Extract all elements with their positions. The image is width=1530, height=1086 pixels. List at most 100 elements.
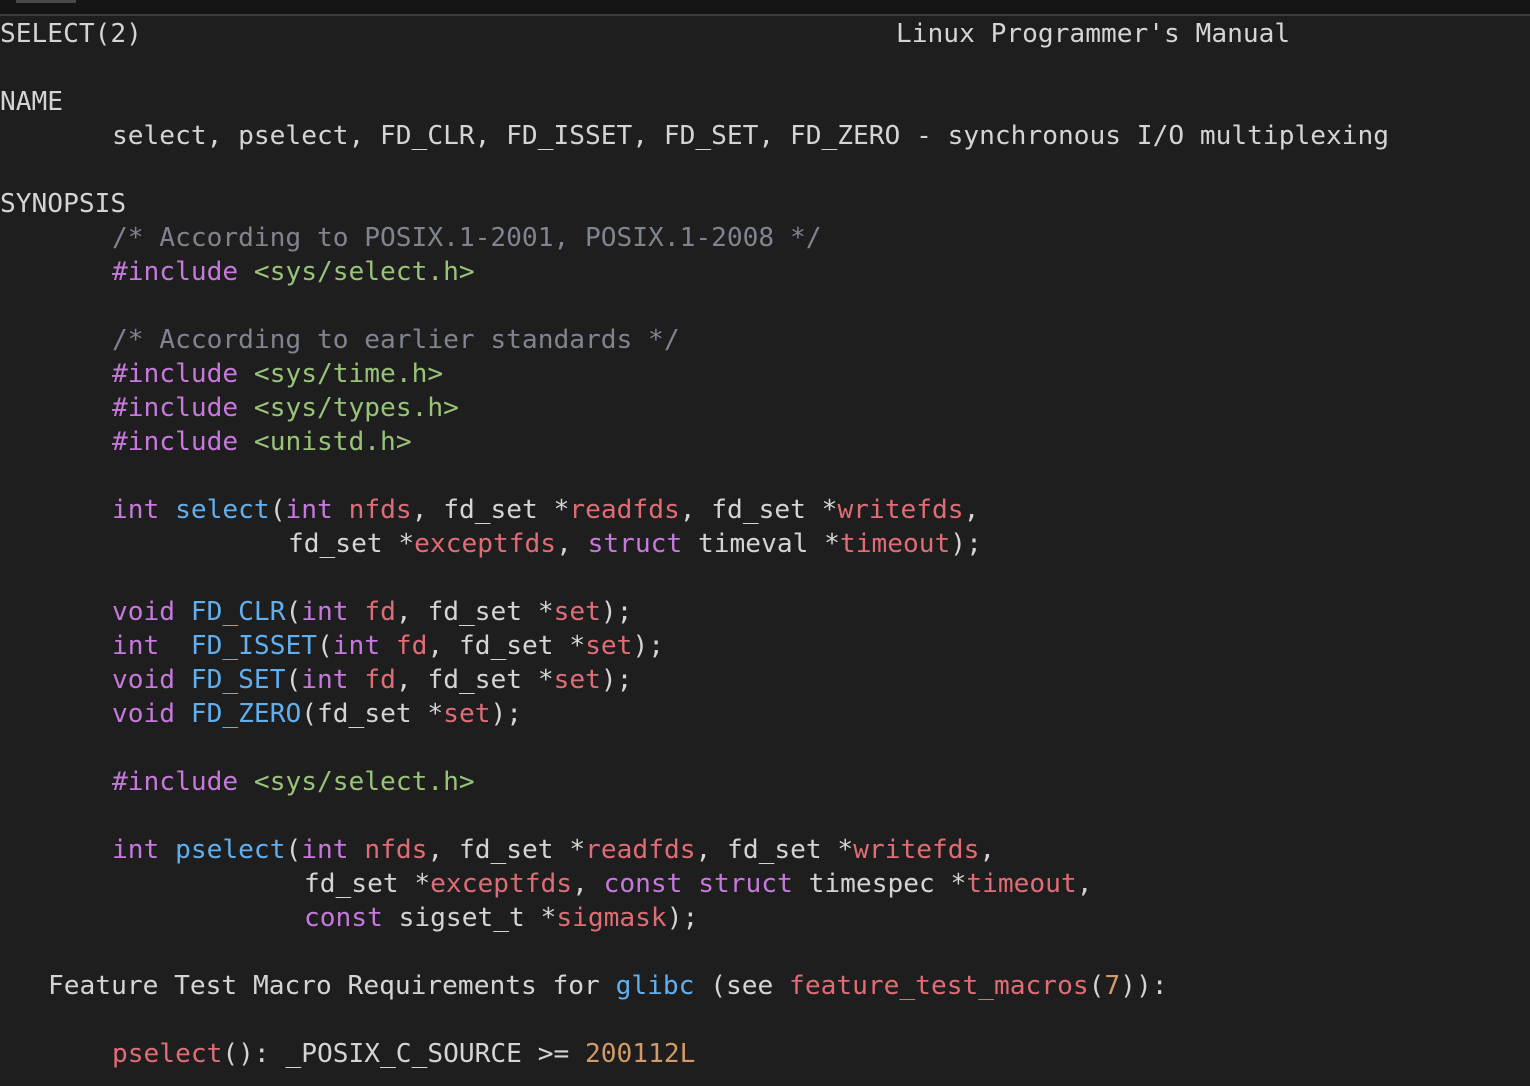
code-pselect-prototype-line2: fd_set *exceptfds, const struct timespec… [304, 869, 1093, 899]
type-keyword: int [332, 631, 381, 661]
header-left-text: SELECT(2) [0, 19, 142, 49]
section-heading-name: NAME [0, 85, 63, 119]
include-header: <unistd.h> [253, 427, 412, 457]
man-header-left: SELECT(2) [0, 17, 142, 51]
include-header: <sys/select.h> [253, 257, 475, 287]
section-heading-synopsis: SYNOPSIS [0, 187, 126, 221]
macro-value: 200112L [585, 1039, 696, 1069]
type-name: fd_set [443, 495, 538, 525]
param-name: timeout [966, 869, 1077, 899]
param-name: set [553, 665, 601, 695]
type-name: fd_set [304, 869, 399, 899]
type-name: fd_set [427, 597, 523, 627]
comment-text: /* According to POSIX.1-2001, POSIX.1-20… [112, 223, 822, 253]
type-keyword: int [285, 495, 333, 525]
code-comment-earlier: /* According to earlier standards */ [112, 323, 680, 357]
param-name: fd [364, 597, 396, 627]
tab-indicator[interactable] [16, 0, 76, 3]
code-select-prototype-line2: fd_set *exceptfds, struct timeval *timeo… [288, 529, 982, 559]
include-header: <sys/select.h> [253, 767, 475, 797]
type-keyword: int [112, 835, 160, 865]
param-name: timeout [839, 529, 951, 559]
type-name: fd_set [727, 835, 822, 865]
name-description: select, pselect, FD_CLR, FD_ISSET, FD_SE… [112, 119, 1389, 153]
param-name: writefds [837, 495, 964, 525]
include-keyword: #include [112, 427, 239, 457]
macro-requirement-text: (): _POSIX_C_SOURCE >= [222, 1039, 585, 1069]
type-name: timespec [808, 869, 935, 899]
include-keyword: #include [112, 257, 239, 287]
type-keyword: void [112, 699, 176, 729]
function-name: pselect [112, 1039, 223, 1069]
glibc-text: glibc [615, 971, 695, 1001]
type-keyword: void [112, 597, 176, 627]
param-name: set [585, 631, 633, 661]
param-name: exceptfds [430, 869, 573, 899]
type-keyword: int [112, 631, 160, 661]
function-name: FD_ISSET [190, 631, 317, 661]
include-keyword: #include [112, 767, 239, 797]
function-name: FD_SET [190, 665, 286, 695]
terminal-top-bar [0, 0, 1530, 16]
code-include-unistd: #include <unistd.h> [112, 425, 412, 459]
see-text: (see [694, 971, 790, 1001]
code-include-select-2: #include <sys/select.h> [112, 765, 475, 799]
type-name: sigset_t [398, 903, 525, 933]
man-page-link[interactable]: feature_test_macros [789, 971, 1089, 1001]
type-keyword: const [603, 869, 683, 899]
include-header: <sys/types.h> [253, 393, 459, 423]
code-fd-isset-prototype: int FD_ISSET(int fd, fd_set *set); [112, 631, 664, 661]
type-keyword: void [112, 665, 176, 695]
name-description-text: select, pselect, FD_CLR, FD_ISSET, FD_SE… [112, 121, 1390, 151]
param-name: fd [395, 631, 428, 661]
type-keyword: const [304, 903, 383, 933]
feature-test-pselect: pselect(): _POSIX_C_SOURCE >= 200112L [112, 1037, 695, 1071]
param-name: fd [364, 665, 396, 695]
header-right-text: Linux Programmer's Manual [896, 19, 1291, 49]
feature-prefix-text: Feature Test Macro Requirements for [48, 971, 616, 1001]
param-name: writefds [853, 835, 980, 865]
include-header: <sys/time.h> [253, 359, 444, 389]
feature-suffix-text: ): [1135, 971, 1168, 1001]
param-name: sigmask [556, 903, 667, 933]
function-name: pselect [175, 835, 286, 865]
type-name: fd_set [711, 495, 806, 525]
code-pselect-prototype-line3: const sigset_t *sigmask); [304, 903, 699, 933]
type-keyword: struct [587, 529, 683, 559]
code-fd-zero-prototype: void FD_ZERO(fd_set *set); [112, 699, 523, 729]
code-fd-clr-prototype: void FD_CLR(int fd, fd_set *set); [112, 597, 633, 627]
man-header-right: Linux Programmer's Manual [896, 17, 1290, 51]
code-fd-set-prototype: void FD_SET(int fd, fd_set *set); [112, 665, 633, 695]
type-keyword: int [301, 835, 349, 865]
code-select-prototype-line1: int select(int nfds, fd_set *readfds, fd… [112, 495, 980, 525]
code-include-select: #include <sys/select.h> [112, 255, 475, 289]
name-heading-text: NAME [0, 87, 64, 117]
type-name: timeval [698, 529, 809, 559]
type-name: fd_set [458, 835, 554, 865]
type-keyword: struct [698, 869, 793, 899]
type-name: fd_set [458, 631, 554, 661]
param-name: nfds [348, 495, 412, 525]
code-comment-posix: /* According to POSIX.1-2001, POSIX.1-20… [112, 221, 821, 255]
param-name: set [553, 597, 601, 627]
comment-text: /* According to earlier standards */ [112, 325, 680, 355]
type-name: fd_set [288, 529, 383, 559]
type-keyword: int [301, 597, 349, 627]
synopsis-heading-text: SYNOPSIS [0, 189, 127, 219]
type-keyword: int [112, 495, 160, 525]
code-include-types: #include <sys/types.h> [112, 391, 459, 425]
function-name: FD_ZERO [190, 699, 302, 729]
param-name: readfds [585, 835, 696, 865]
function-name: FD_CLR [190, 597, 286, 627]
code-include-time: #include <sys/time.h> [112, 357, 443, 391]
function-name: select [175, 495, 270, 525]
include-keyword: #include [112, 359, 239, 389]
type-name: fd_set [317, 699, 412, 729]
param-name: readfds [569, 495, 680, 525]
param-name: set [443, 699, 491, 729]
type-name: fd_set [427, 665, 523, 695]
include-keyword: #include [112, 393, 239, 423]
code-pselect-prototype-line1: int pselect(int nfds, fd_set *readfds, f… [112, 835, 996, 865]
param-name: nfds [364, 835, 428, 865]
feature-test-heading: Feature Test Macro Requirements for glib… [48, 971, 1168, 1001]
